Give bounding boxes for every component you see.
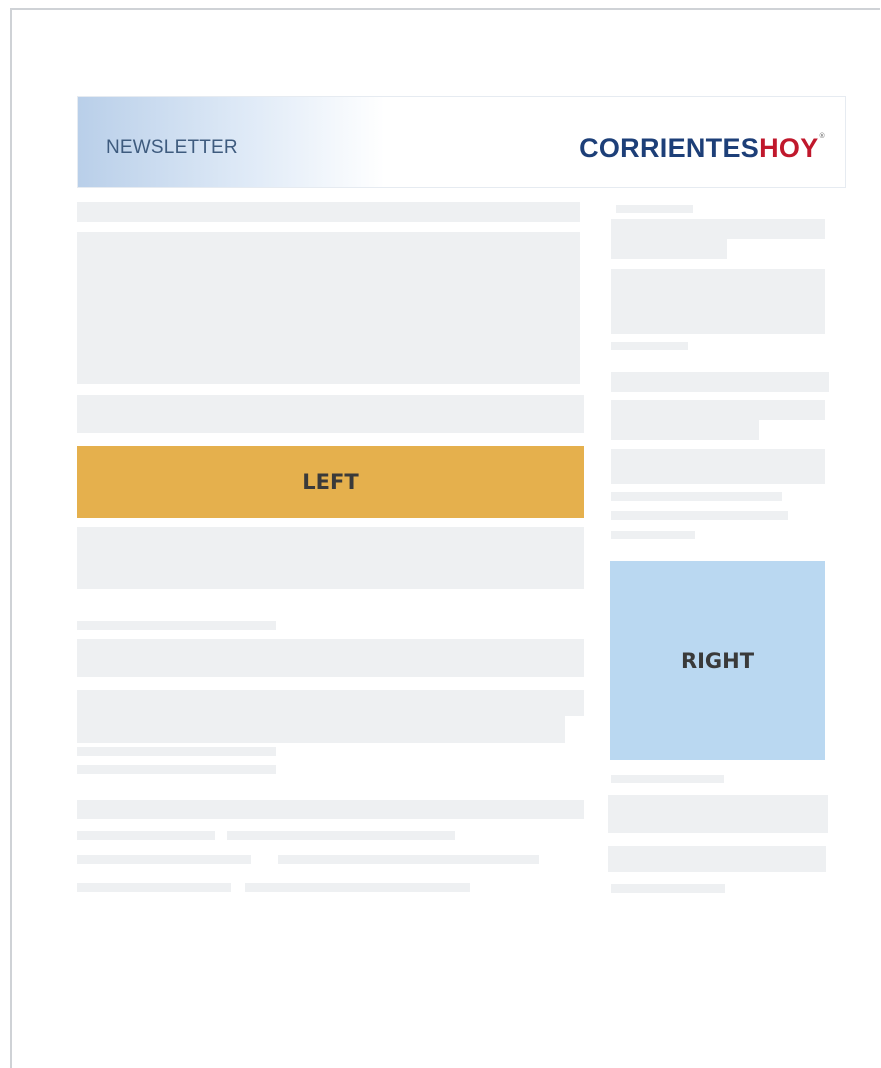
placeholder-text-bar: [611, 219, 825, 239]
placeholder-text-line: [611, 775, 724, 783]
logo-part2: HOY: [759, 133, 819, 163]
placeholder-text-line: [611, 342, 688, 350]
placeholder-text-bar: [611, 400, 825, 420]
placeholder-text-bar: [608, 846, 826, 872]
placeholder-text-line: [611, 511, 788, 520]
placeholder-text-block: [77, 639, 584, 677]
logo-registered-mark: ®: [819, 133, 825, 140]
placeholder-text-bar: [611, 372, 829, 392]
placeholder-text-line: [77, 765, 276, 774]
placeholder-text-line: [77, 747, 276, 756]
newsletter-label: NEWSLETTER: [106, 137, 238, 158]
newsletter-header: NEWSLETTER CORRIENTESHOY®: [77, 96, 846, 188]
placeholder-text-line: [611, 531, 695, 539]
placeholder-text-bar: [611, 420, 759, 440]
placeholder-text-line: [77, 831, 215, 840]
placeholder-text-line: [611, 492, 782, 501]
placeholder-text-block: [608, 795, 828, 833]
placeholder-text-bar: [611, 449, 825, 484]
placeholder-text-line: [77, 883, 231, 892]
placeholder-text-line: [77, 621, 276, 630]
placeholder-text-bar: [77, 800, 584, 819]
placeholder-image: [611, 269, 825, 334]
placeholder-hero-image: [77, 232, 580, 384]
placeholder-title-bar: [77, 202, 580, 222]
placeholder-content-block: [77, 527, 584, 589]
placeholder-text-line: [611, 884, 725, 893]
ad-slot-left-label: LEFT: [302, 470, 359, 494]
ad-slot-right: RIGHT: [610, 561, 825, 760]
ad-slot-right-label: RIGHT: [680, 648, 755, 673]
placeholder-text-line: [77, 855, 251, 864]
placeholder-text-bar: [611, 239, 727, 259]
placeholder-text-block: [77, 690, 584, 716]
placeholder-text-line: [278, 855, 539, 864]
placeholder-text-line: [245, 883, 470, 892]
placeholder-text-line: [227, 831, 455, 840]
placeholder-caption-bar: [77, 395, 584, 433]
placeholder-text-block: [77, 716, 565, 743]
placeholder-text-line: [616, 205, 693, 213]
logo-part1: CORRIENTES: [579, 133, 760, 163]
ad-slot-left: LEFT: [77, 446, 584, 518]
brand-logo: CORRIENTESHOY®: [579, 133, 825, 164]
